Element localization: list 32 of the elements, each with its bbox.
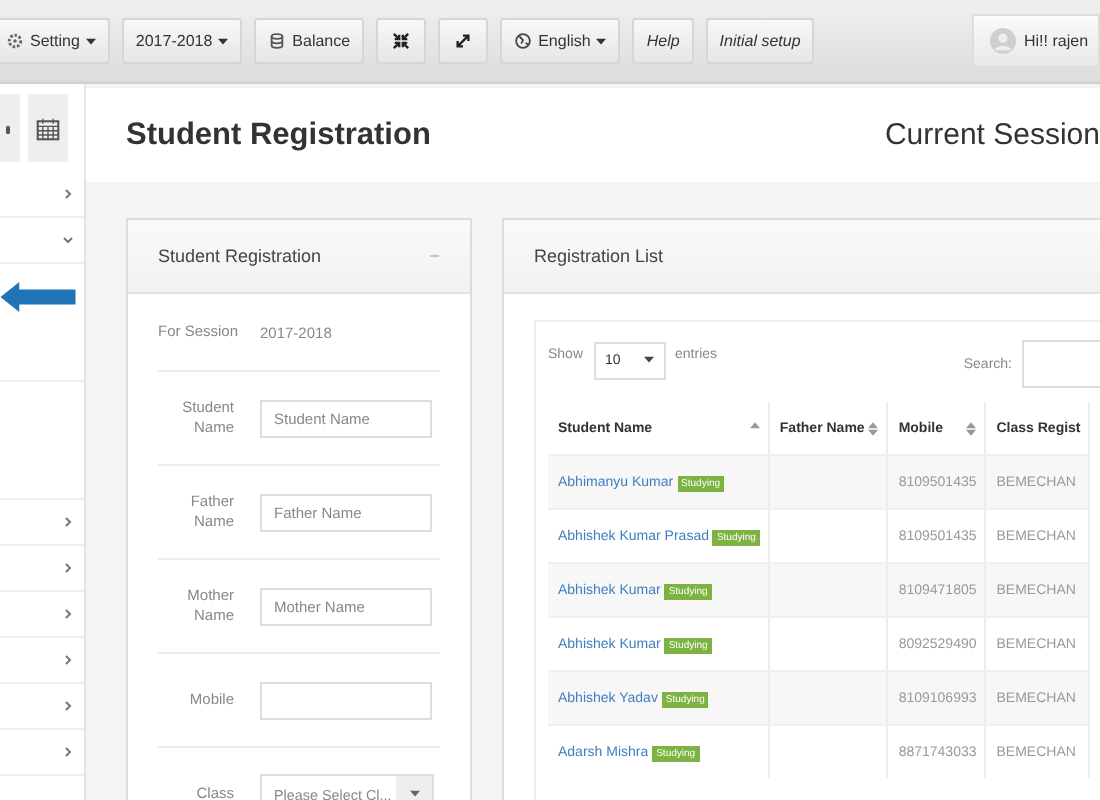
toolbar-button[interactable]: 2017-2018 [121,18,243,64]
input-field[interactable] [260,681,432,719]
sort-icon [966,421,977,435]
avatar-icon [990,28,1016,54]
toolbar-button[interactable] [376,18,427,64]
globe-icon [514,32,533,50]
toolbar-button[interactable]: Help [632,18,694,64]
arrow-icon [0,282,76,312]
toolbar-button[interactable] [438,18,489,64]
toolbar-button[interactable]: Initial setup [705,18,815,64]
caret-icon [409,790,419,798]
panel-title: Registration List [534,246,664,266]
calendar-icon [36,115,60,141]
search-field[interactable] [1022,340,1100,388]
panel-title: Student Registration [158,246,322,266]
compress-icon [392,32,411,50]
toolbar-button[interactable]: Balance [254,18,365,64]
caret-icon [643,356,654,364]
session-label: Current Session [884,118,1100,152]
toolbar-button[interactable]: Setting [0,18,110,64]
expand-icon [454,32,473,50]
sidebar-tab[interactable] [0,94,20,162]
user-menu[interactable]: Hi!! rajen [972,14,1100,68]
database-icon [268,32,287,50]
caret-icon [596,37,607,45]
caret-icon [218,37,229,45]
sort-icon [868,421,879,435]
page-title: Student Registration [126,117,431,153]
toolbar-button[interactable]: English [500,18,621,64]
sidebar-tab[interactable] [28,94,68,162]
caret-icon [85,37,96,45]
gear-icon [6,32,24,50]
